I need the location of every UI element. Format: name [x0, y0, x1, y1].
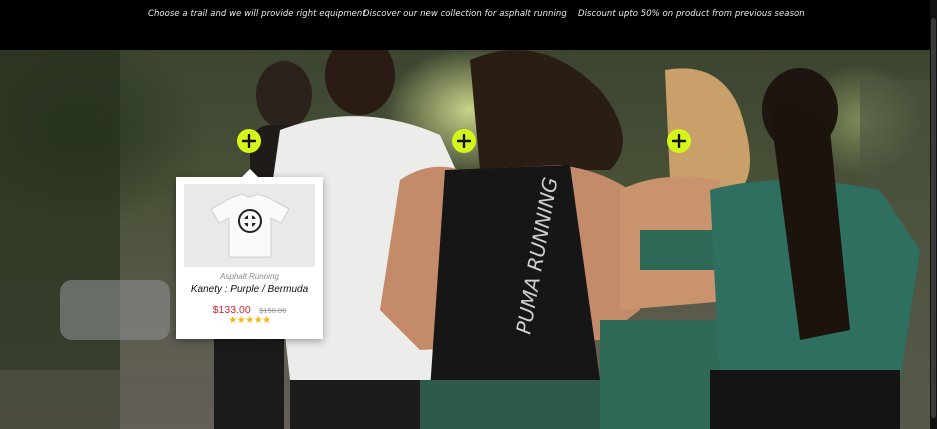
- hero-photo: PUMA RUNNING: [0, 50, 930, 429]
- product-popup-card[interactable]: Asphalt Running Kanety : Purple / Bermud…: [176, 169, 323, 339]
- page-scrollbar[interactable]: [930, 0, 937, 429]
- product-old-price: $150.00: [259, 306, 287, 315]
- plus-icon: [672, 134, 686, 148]
- hotspot-product-1[interactable]: [237, 129, 261, 153]
- promo-bar: Choose a trail and we will provide right…: [0, 0, 937, 50]
- product-category: Asphalt Running: [220, 272, 279, 281]
- product-name-link[interactable]: Kanety : Purple / Bermuda: [176, 284, 323, 295]
- star-rating-icon: ★★★★★: [228, 315, 271, 326]
- product-thumbnail[interactable]: [184, 184, 315, 267]
- promo-text-discount[interactable]: Discount upto 50% on product from previo…: [578, 9, 805, 19]
- hero-image-runners: PUMA RUNNING Asphalt Running Kanety: Pu…: [0, 50, 930, 429]
- plus-icon: [457, 134, 471, 148]
- scrollbar-thumb[interactable]: [931, 18, 936, 418]
- hotspot-product-3[interactable]: [667, 129, 691, 153]
- promo-text-trail[interactable]: Choose a trail and we will provide right…: [148, 9, 366, 19]
- promo-text-collection[interactable]: Discover our new collection for asphalt …: [363, 9, 567, 19]
- plus-icon: [242, 134, 256, 148]
- popup-pointer: [242, 169, 258, 177]
- hotspot-product-2[interactable]: [452, 129, 476, 153]
- tshirt-image: [209, 192, 290, 257]
